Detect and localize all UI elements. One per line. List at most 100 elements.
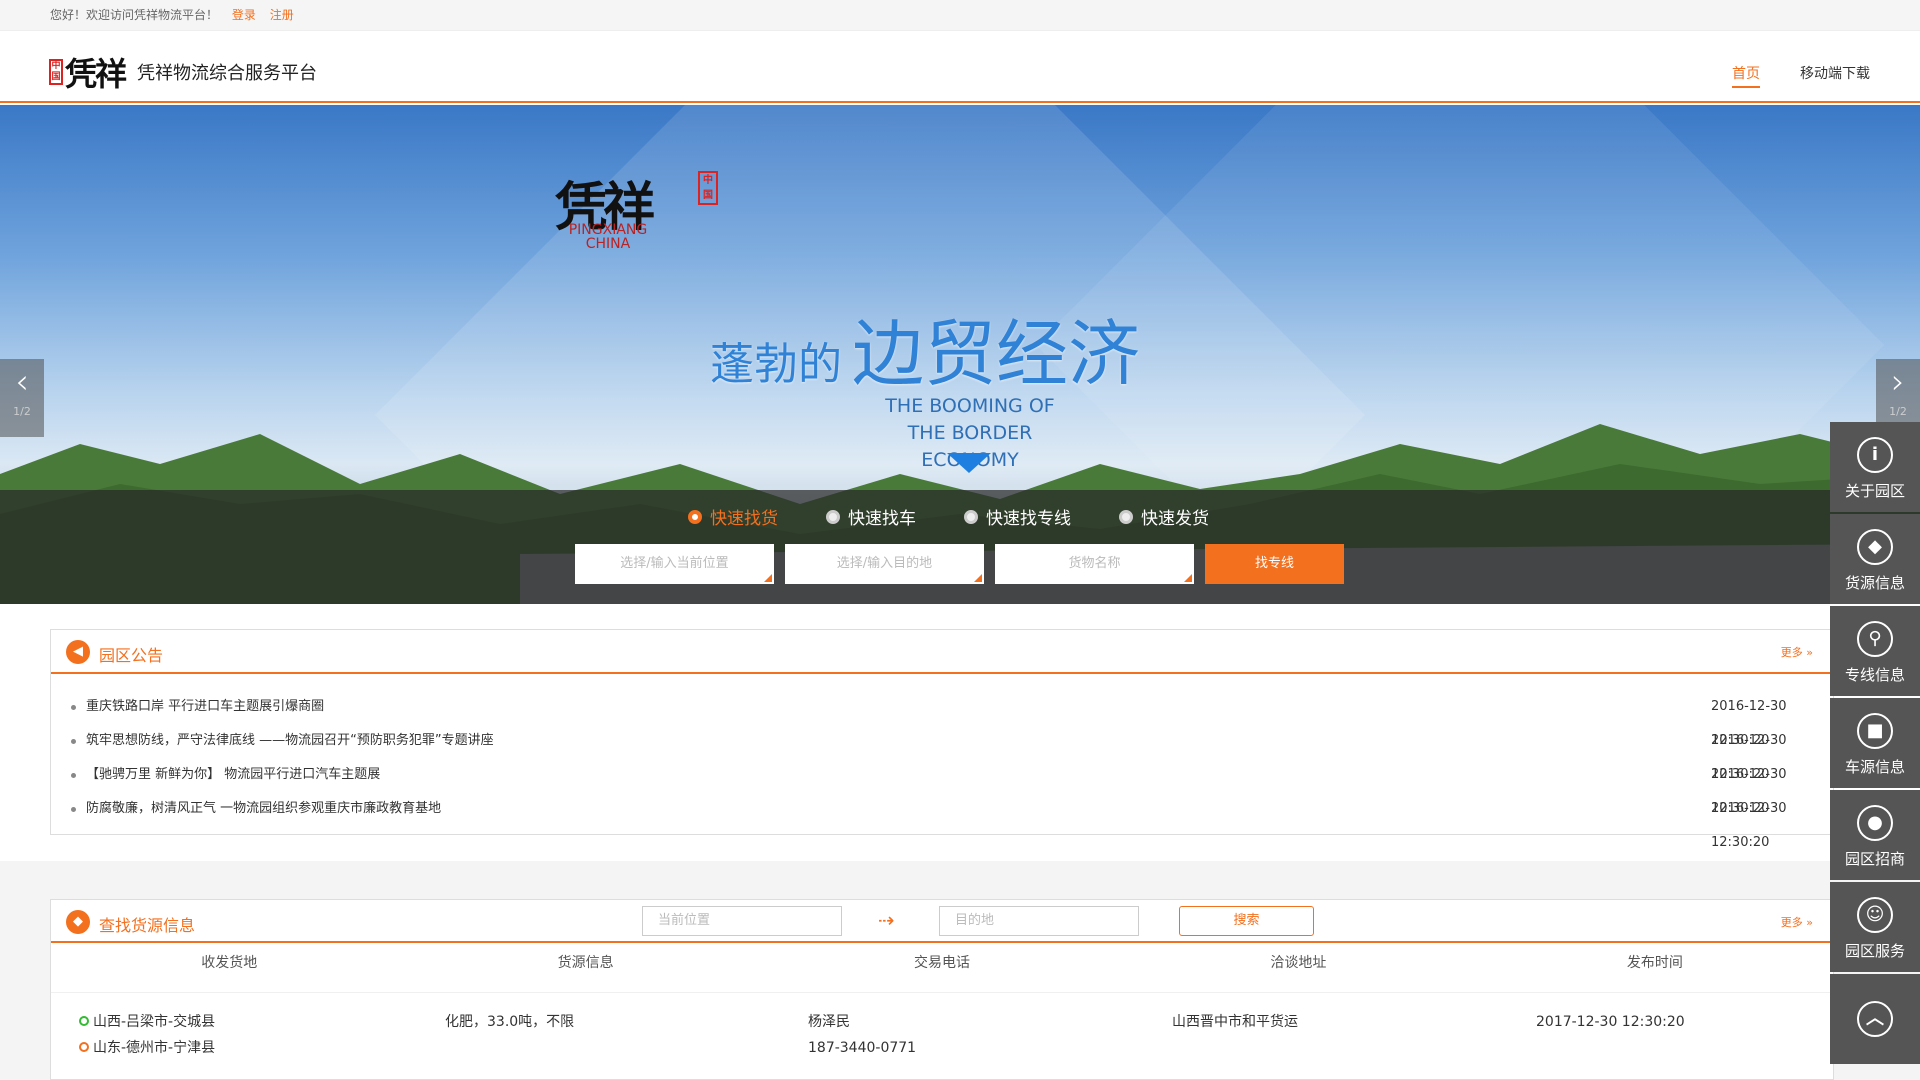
- table-row[interactable]: 山西-吕梁市-交城县 山东-德州市-宁津县 化肥，33.0吨，不限 杨泽民 18…: [51, 992, 1835, 1062]
- announcement-item[interactable]: 筑牢思想防线，严守法律底线 ——物流园召开“预防职务犯罪”专题讲座 2016-12…: [71, 724, 1833, 782]
- announcement-list: 重庆铁路口岸 平行进口车主题展引爆商圈 2016-12-30 12:30:20 筑…: [51, 674, 1833, 850]
- slogan-en-line-1: THE BOOMING OF: [885, 395, 1055, 417]
- cargo-destination-input[interactable]: 目的地: [939, 906, 1139, 936]
- announcement-text: 【驰骋万里 新鲜为你】 物流园平行进口汽车主题展: [86, 767, 381, 782]
- radio-icon: [688, 509, 702, 524]
- arrow-up-icon: ︿: [1857, 1001, 1893, 1037]
- column-header: 洽谈地址: [1270, 955, 1327, 971]
- sidebar-item-about[interactable]: i 关于园区: [1830, 422, 1920, 512]
- banner-logo-en: PINGXIANG CHINA: [568, 222, 648, 252]
- floating-sidebar: i 关于园区 ◆ 货源信息 ⚲ 专线信息 ■ 车源信息 ● 园区招商 ☺ 园区服务 ︿: [1830, 422, 1920, 1066]
- destination-marker-icon: [79, 1042, 89, 1052]
- sidebar-item-label: 专线信息: [1844, 666, 1905, 684]
- prev-slide-button[interactable]: ‹ 1/2: [0, 359, 44, 437]
- sidebar-item-investment[interactable]: ● 园区招商: [1830, 790, 1920, 880]
- destination-input[interactable]: 选择/输入目的地: [785, 544, 984, 584]
- slide-indicator: 1/2: [1889, 405, 1907, 418]
- goods-placeholder: 货物名称: [1068, 556, 1121, 571]
- cargo-table-header: 收发货地 货源信息 交易电话 洽谈地址 发布时间: [51, 943, 1833, 983]
- dropdown-corner-icon: [764, 574, 772, 582]
- slogan-big: 边贸经济: [852, 312, 1141, 396]
- down-triangle-icon: [947, 453, 991, 473]
- origin-placeholder: 选择/输入当前位置: [620, 556, 729, 571]
- header: 中国 凭祥 凭祥物流综合服务平台 首页 移动端下载: [0, 31, 1920, 103]
- route-icon: ⚲: [1857, 621, 1893, 657]
- sidebar-item-cargo[interactable]: ◆ 货源信息: [1830, 514, 1920, 604]
- tab-ship-goods[interactable]: 快速发货: [1119, 504, 1209, 529]
- sidebar-item-service[interactable]: ☺ 园区服务: [1830, 882, 1920, 972]
- banner-logo: 凭祥 中国 PINGXIANG CHINA: [555, 165, 725, 265]
- logo-seal: 中国: [49, 59, 63, 85]
- tab-label: 快速找专线: [986, 509, 1071, 529]
- tab-find-line[interactable]: 快速找专线: [964, 504, 1071, 529]
- goods-name-input[interactable]: 货物名称: [995, 544, 1194, 584]
- announcement-header: ◀ 园区公告 更多 »: [51, 630, 1833, 674]
- cargo-search-panel: ◆ 查找货源信息 当前位置 ⇢ 目的地 搜索 更多 » 收发货地 货源信息 交易…: [50, 899, 1835, 1080]
- address-cell: 山西晋中市和平货运: [1172, 1014, 1298, 1030]
- radio-icon: [826, 509, 840, 524]
- info-icon: i: [1857, 437, 1893, 473]
- origin-input[interactable]: 选择/输入当前位置: [575, 544, 774, 584]
- tab-label: 快速找货: [710, 509, 778, 529]
- destination-text: 山东-德州市-宁津县: [93, 1040, 216, 1056]
- arrow-right-icon: ⇢: [878, 908, 895, 932]
- cargo-title: 查找货源信息: [99, 916, 196, 935]
- dropdown-corner-icon: [974, 574, 982, 582]
- destination-placeholder: 选择/输入目的地: [836, 556, 933, 571]
- nav-mobile-download[interactable]: 移动端下载: [1800, 63, 1870, 88]
- megaphone-icon: ◀: [66, 640, 90, 664]
- announcement-item[interactable]: 重庆铁路口岸 平行进口车主题展引爆商圈 2016-12-30 12:30:20: [71, 690, 1833, 748]
- cargo-origin-input[interactable]: 当前位置: [642, 906, 842, 936]
- announcement-text: 筑牢思想防线，严守法律底线 ——物流园召开“预防职务犯罪”专题讲座: [86, 733, 494, 748]
- contact-name: 杨泽民: [808, 1014, 850, 1030]
- route-destination: 山东-德州市-宁津县: [79, 1035, 215, 1061]
- box-icon: ◆: [66, 910, 90, 934]
- announcement-text: 防腐敬廉，树清风正气 一物流园组织参观重庆市廉政教育基地: [86, 801, 442, 816]
- login-link[interactable]: 登录: [232, 8, 256, 22]
- column-header: 货源信息: [557, 955, 614, 971]
- sidebar-item-label: 货源信息: [1844, 574, 1905, 592]
- quick-search-panel: 快速找货 快速找车 快速找专线 快速发货 选择/输入当前位置 选择/输入目的地 …: [0, 490, 1920, 604]
- announcement-text: 重庆铁路口岸 平行进口车主题展引爆商圈: [86, 699, 325, 714]
- nav-home[interactable]: 首页: [1732, 63, 1760, 88]
- main-nav: 首页 移动端下载: [1692, 63, 1870, 88]
- column-header: 交易电话: [914, 955, 971, 971]
- tab-label: 快速找车: [848, 509, 916, 529]
- top-bar: 您好！欢迎访问凭祥物流平台！ 登录 注册: [0, 0, 1920, 31]
- route-origin: 山西-吕梁市-交城县: [79, 1009, 215, 1035]
- chevron-left-icon: ‹: [15, 362, 29, 402]
- user-icon: ●: [1857, 805, 1893, 841]
- back-to-top-button[interactable]: ︿: [1830, 974, 1920, 1064]
- tab-find-goods[interactable]: 快速找货: [688, 504, 778, 529]
- find-line-button[interactable]: 找专线: [1205, 544, 1344, 584]
- site-title: 凭祥物流综合服务平台: [137, 63, 318, 84]
- register-link[interactable]: 注册: [270, 8, 294, 22]
- announcement-item[interactable]: 防腐敬廉，树清风正气 一物流园组织参观重庆市廉政教育基地 2016-12-30 1…: [71, 792, 1833, 850]
- announcement-more-link[interactable]: 更多 »: [1781, 644, 1813, 660]
- publish-time-cell: 2017-12-30 12:30:20: [1536, 1014, 1685, 1030]
- cargo-header: ◆ 查找货源信息 当前位置 ⇢ 目的地 搜索 更多 »: [51, 900, 1833, 943]
- dropdown-corner-icon: [1184, 574, 1192, 582]
- sidebar-item-label: 园区服务: [1844, 942, 1905, 960]
- banner-slogan: 蓬勃的 边贸经济: [710, 295, 1140, 400]
- announcement-panel: ◀ 园区公告 更多 » 重庆铁路口岸 平行进口车主题展引爆商圈 2016-12-3…: [50, 629, 1834, 850]
- cargo-search-button[interactable]: 搜索: [1179, 906, 1314, 936]
- route-cell: 山西-吕梁市-交城县 山东-德州市-宁津县: [79, 1009, 215, 1061]
- announcement-date: 2016-12-30 12:30:20: [1711, 801, 1787, 850]
- search-mode-tabs: 快速找货 快速找车 快速找专线 快速发货: [688, 504, 1257, 529]
- sidebar-item-label: 车源信息: [1844, 758, 1905, 776]
- sidebar-item-lines[interactable]: ⚲ 专线信息: [1830, 606, 1920, 696]
- box-icon: ◆: [1857, 529, 1893, 565]
- chevron-right-icon: ›: [1891, 362, 1905, 402]
- welcome-text: 您好！欢迎访问凭祥物流平台！: [50, 8, 219, 22]
- cargo-more-link[interactable]: 更多 »: [1781, 914, 1813, 930]
- tab-find-truck[interactable]: 快速找车: [826, 504, 916, 529]
- service-icon: ☺: [1857, 897, 1893, 933]
- slide-indicator: 1/2: [13, 405, 31, 418]
- announcement-item[interactable]: 【驰骋万里 新鲜为你】 物流园平行进口汽车主题展 2016-12-30 12:30…: [71, 758, 1833, 816]
- logo-brand: 凭祥: [65, 55, 127, 93]
- sidebar-item-label: 园区招商: [1844, 850, 1905, 868]
- announcement-title: 园区公告: [99, 646, 164, 665]
- sidebar-item-trucks[interactable]: ■ 车源信息: [1830, 698, 1920, 788]
- logo[interactable]: 中国 凭祥 凭祥物流综合服务平台: [49, 49, 317, 95]
